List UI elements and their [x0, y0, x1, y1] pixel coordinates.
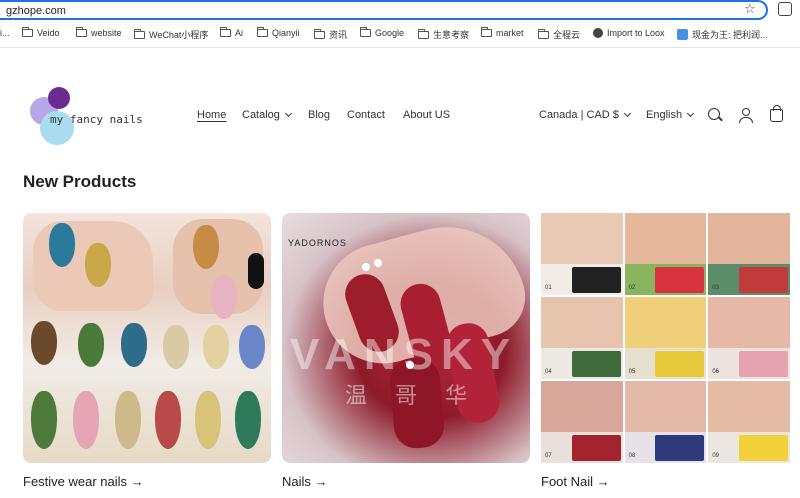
folder-icon [134, 28, 145, 39]
watermark-text-cn: 温哥华 [345, 383, 496, 408]
nav-about[interactable]: About US [403, 109, 450, 121]
nav-contact[interactable]: Contact [347, 109, 385, 121]
bookmark-item[interactable]: Veido [22, 27, 60, 38]
bookmarks-bar: i... Veido website WeChat小程序 Ai Qianyii … [0, 22, 800, 48]
product-image-foot-nail[interactable]: 01 02 03 04 05 06 07 08 09 [541, 213, 790, 463]
chevron-down-icon [284, 109, 292, 118]
bookmark-item[interactable]: i... [0, 28, 10, 38]
account-icon[interactable] [738, 108, 754, 124]
globe-icon [593, 28, 603, 38]
bookmark-item[interactable]: Import to Loox [593, 28, 665, 38]
url-text[interactable]: gzhope.com [6, 5, 66, 17]
folder-icon [538, 28, 549, 39]
nav-catalog[interactable]: Catalog [242, 109, 292, 121]
image-brand-text: YADORNOS [288, 238, 347, 248]
folder-icon [481, 27, 492, 37]
section-title: New Products [23, 172, 137, 191]
watermark-text: VANSKY [290, 330, 519, 379]
folder-icon [220, 27, 231, 37]
site-logo[interactable]: my fancy nails [30, 87, 170, 145]
folder-icon [76, 27, 87, 37]
language-selector[interactable]: English [646, 109, 695, 121]
chevron-down-icon [623, 109, 631, 118]
product-title-foot-nail[interactable]: Foot Nail → [541, 474, 610, 489]
bookmark-star-icon[interactable]: ☆ [744, 1, 756, 17]
bookmark-item[interactable]: WeChat小程序 [134, 28, 208, 41]
bookmark-item[interactable]: market [481, 27, 524, 38]
cart-icon[interactable] [770, 105, 783, 122]
folder-icon [418, 28, 429, 39]
product-title-festive[interactable]: Festive wear nails → [23, 474, 144, 489]
folder-icon [22, 27, 33, 37]
black-nail [248, 253, 264, 289]
bookmark-item[interactable]: Ai [220, 27, 243, 38]
logo-circle-dark-purple [48, 87, 70, 109]
nav-home[interactable]: Home [197, 109, 226, 121]
bookmark-item[interactable]: website [76, 27, 122, 38]
product-title-nails[interactable]: Nails → [282, 474, 328, 489]
bookmark-item[interactable]: 生意考察 [418, 28, 469, 41]
folder-icon [314, 28, 325, 39]
folder-icon [257, 27, 268, 37]
product-image-festive[interactable] [23, 213, 271, 463]
browser-url-bar[interactable]: gzhope.com ☆ [0, 0, 800, 22]
bookmark-item[interactable]: 现金为王: 把利润... [677, 28, 768, 41]
logo-text: my fancy nails [50, 113, 143, 126]
bookmark-item[interactable]: Qianyii [257, 27, 300, 38]
search-icon[interactable] [708, 108, 720, 120]
nav-blog[interactable]: Blog [308, 109, 330, 121]
bookmark-item[interactable]: 资讯 [314, 28, 347, 41]
app-icon [677, 29, 688, 40]
bookmark-item[interactable]: 全程云 [538, 28, 580, 41]
currency-selector[interactable]: Canada | CAD $ [539, 109, 631, 121]
folder-icon [360, 27, 371, 37]
chevron-down-icon [687, 109, 695, 118]
bookmark-item[interactable]: Google [360, 27, 404, 38]
address-field[interactable]: gzhope.com [0, 0, 768, 20]
extensions-icon[interactable] [778, 2, 792, 16]
